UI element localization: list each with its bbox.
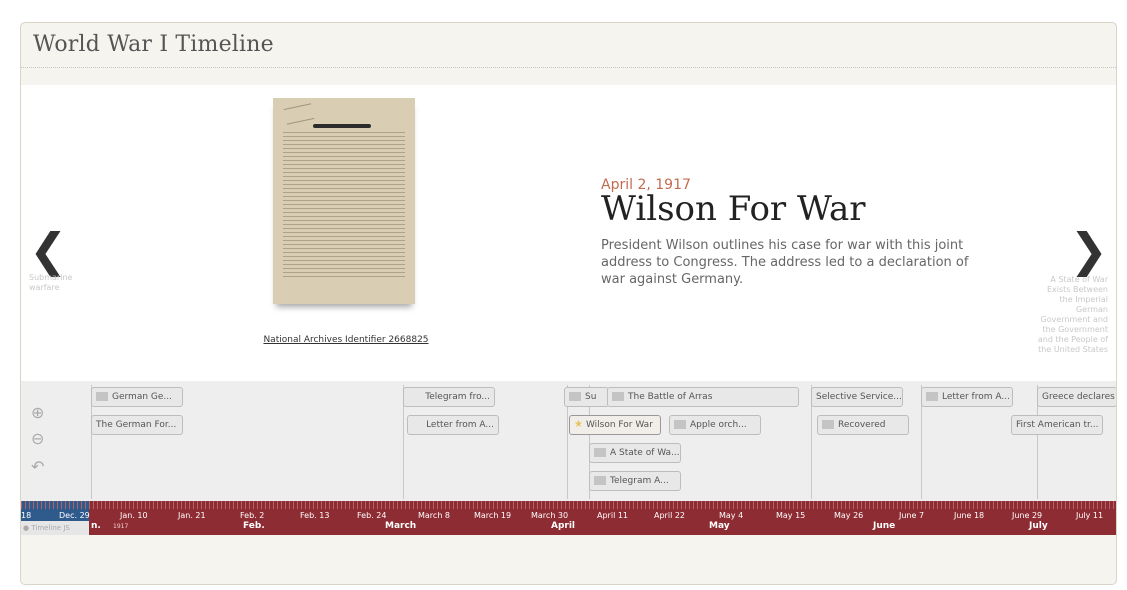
timeline-axis[interactable]: 18 Dec. 29 Jan. 10 Jan. 21 Feb. 2 Feb. 1… [21,501,1116,535]
axis-tick-label: June 18 [954,511,985,520]
back-arrow-icon[interactable]: ↶ [31,457,44,476]
next-slide-label[interactable]: A State of War Exists Between the Imperi… [1036,275,1108,355]
axis-tick-marks [21,501,1116,509]
timeline-marker[interactable]: The Battle of Arras [607,387,799,407]
axis-month-label: April [551,521,576,531]
timeline-marker[interactable]: First American tr... [1011,415,1103,435]
image-icon [569,392,581,401]
document-icon [594,448,606,457]
axis-tick-label: Feb. 13 [300,511,330,520]
axis-tick-label: Feb. 2 [240,511,265,520]
zoom-out-icon[interactable]: ⊖ [31,429,44,448]
timeline-frame: World War I Timeline ❮ Submarine warfare… [20,22,1117,585]
slide-heading: Wilson For War [601,189,866,229]
axis-month-label: July [1029,521,1048,531]
axis-tick-label: March 19 [474,511,512,520]
document-icon [594,476,606,485]
timeline-marker[interactable]: Su [564,387,609,407]
timeline-marker[interactable]: Recovered [817,415,909,435]
video-icon [612,392,624,401]
axis-tick-label: June 7 [899,511,925,520]
axis-tick-label: 18 [21,511,32,520]
axis-month-label: Feb. [243,521,265,531]
timeline-marker[interactable]: Letter from A... [921,387,1013,407]
timeline-marker[interactable]: A State of Wa... [589,443,681,463]
document-source-link[interactable]: National Archives Identifier 2668825 [258,335,434,345]
axis-tick-label: May 4 [719,511,744,520]
axis-tick-label: May 15 [776,511,806,520]
timeline-marker[interactable]: Apple orch... [669,415,761,435]
axis-tick-label: March 8 [418,511,451,520]
image-icon [674,420,686,429]
axis-tick-label: June 29 [1012,511,1043,520]
timeline-navigator[interactable]: ⊕ ⊖ ↶ German Ge... The German For... Tel… [21,381,1116,501]
prev-slide-label[interactable]: Submarine warfare [29,273,89,293]
document-text-lines [283,132,405,278]
timeline-js-tag[interactable]: ● Timeline JS [21,521,89,535]
timeline-marker[interactable]: Greece declares ... [1037,387,1116,407]
chevron-right-icon[interactable]: ❯ [1069,227,1108,273]
zoom-in-icon[interactable]: ⊕ [31,403,44,422]
header: World War I Timeline [21,23,1116,68]
redaction-bar [313,124,371,128]
image-icon [96,392,108,401]
handwriting-mark [283,103,315,125]
chevron-left-icon[interactable]: ❮ [29,227,68,273]
axis-month-label: May [709,521,730,531]
timeline-marker[interactable]: Letter from A... [407,415,499,435]
image-icon [822,420,834,429]
axis-tick-label: Jan. 10 [120,511,148,520]
timeline-marker[interactable]: Telegram fro... [403,387,495,407]
page-title: World War I Timeline [33,32,274,57]
axis-tick-label: Jan. 21 [178,511,206,520]
axis-tick-label: May 26 [834,511,864,520]
slide-description: President Wilson outlines his case for w… [601,238,969,287]
axis-tick-label: Feb. 24 [357,511,387,520]
timeline-marker[interactable]: German Ge... [91,387,183,407]
document-image [273,98,415,304]
axis-month-label: March [385,521,417,531]
slide-panel: ❮ Submarine warfare National Archives Id… [21,85,1116,381]
axis-tick-label: Dec. 29 [59,511,90,520]
axis-month-label: n. [91,521,101,531]
axis-tick-label: April 11 [597,511,629,520]
timeline-marker-active[interactable]: ★ Wilson For War [569,415,661,435]
document-icon [926,392,938,401]
axis-tick-label: July 11 [1076,511,1104,520]
axis-tick-label: April 22 [654,511,686,520]
timeline-marker[interactable]: Telegram A... [589,471,681,491]
axis-year-label: 1917 [113,523,129,530]
axis-month-label: June [873,521,896,531]
star-icon: ★ [574,419,583,430]
timeline-marker[interactable]: Selective Service... [811,387,903,407]
timeline-marker[interactable]: The German For... [91,415,183,435]
axis-tick-label: March 30 [531,511,569,520]
